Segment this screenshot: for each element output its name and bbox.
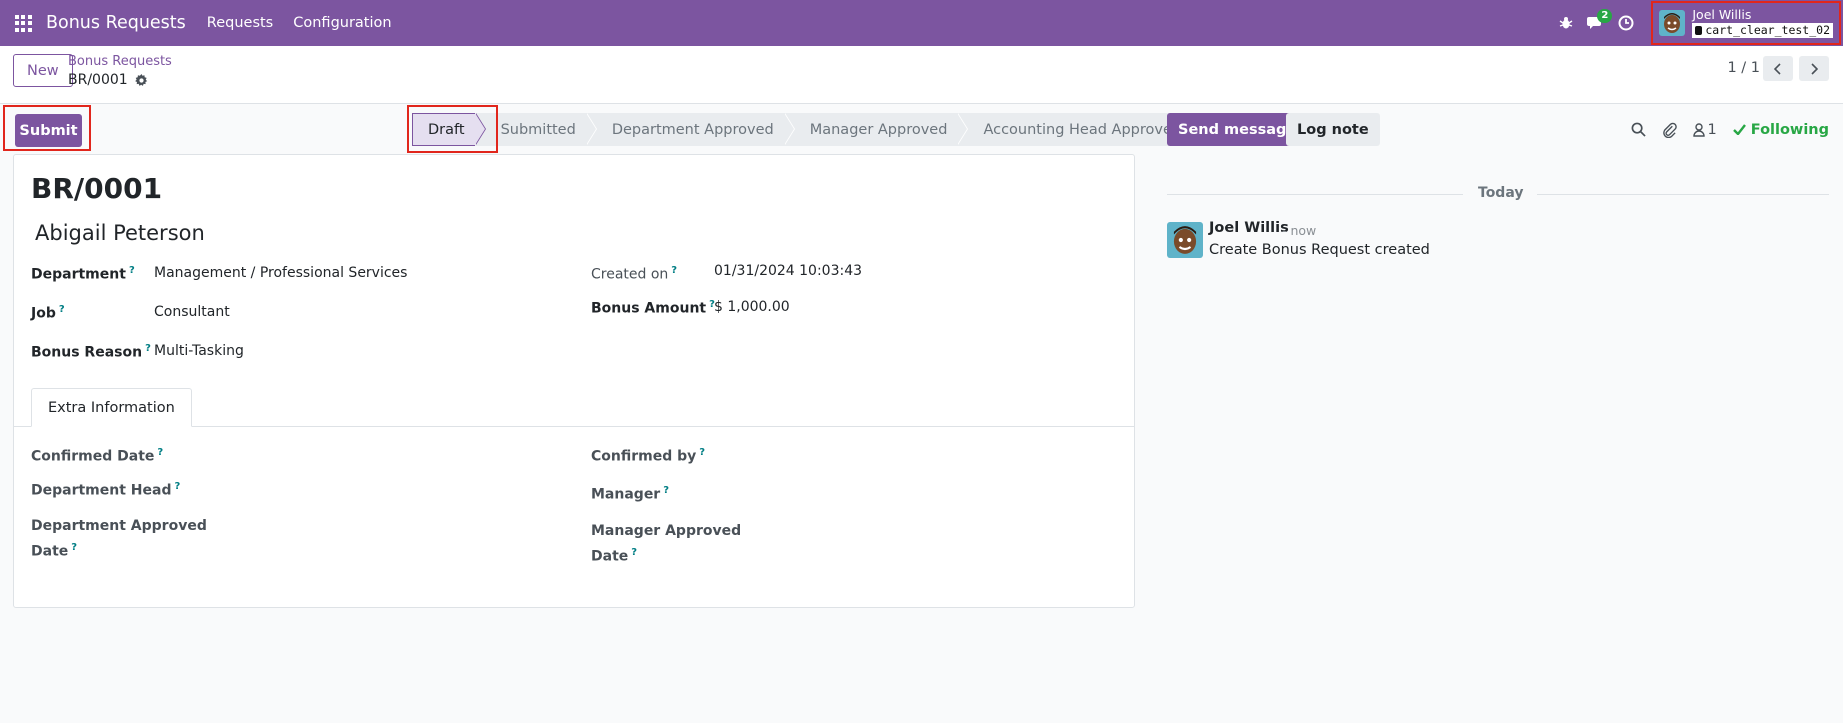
gear-icon[interactable]	[134, 73, 148, 87]
activity-clock-icon[interactable]	[1611, 0, 1641, 46]
created-on-value: 01/31/2024 10:03:43	[714, 263, 863, 279]
chevron-right-icon	[1811, 62, 1818, 75]
message-body: Create Bonus Request created	[1209, 242, 1430, 258]
date-separator: Today	[1478, 185, 1524, 201]
following-label: Following	[1750, 121, 1829, 138]
help-icon[interactable]: ?	[663, 485, 669, 496]
bonus-reason-value[interactable]: Multi-Tasking	[154, 343, 244, 359]
date-divider-left	[1167, 194, 1463, 195]
new-button[interactable]: New	[13, 54, 73, 87]
pager-previous-button[interactable]	[1763, 56, 1793, 81]
followers-count: 1	[1707, 121, 1717, 138]
department-head-label: Department Head?	[31, 481, 181, 499]
debug-bug-icon[interactable]	[1551, 0, 1581, 46]
stage-submitted[interactable]: Submitted	[474, 113, 598, 146]
submit-button[interactable]: Submit	[15, 114, 82, 147]
pager-value[interactable]: 1 / 1	[1727, 60, 1760, 76]
record-name: BR/0001	[31, 172, 163, 205]
database-icon	[1695, 26, 1703, 35]
stage-department-approved[interactable]: Department Approved	[585, 113, 795, 146]
message-author[interactable]: Joel Willis	[1209, 220, 1289, 236]
employee-field[interactable]: Abigail Peterson	[35, 221, 205, 245]
menu-requests[interactable]: Requests	[207, 15, 273, 31]
paperclip-icon[interactable]	[1662, 122, 1677, 138]
bonus-reason-label: Bonus Reason?	[31, 343, 151, 361]
stage-manager-approved[interactable]: Manager Approved	[783, 113, 969, 146]
department-label: Department?	[31, 265, 135, 283]
manager-label: Manager?	[591, 485, 670, 503]
help-icon[interactable]: ?	[59, 304, 65, 315]
help-icon[interactable]: ?	[157, 447, 163, 458]
followers-button[interactable]: 1	[1692, 121, 1717, 138]
message-time: - now	[1282, 223, 1317, 238]
department-approved-date-label: Department Approved Date?	[31, 518, 207, 560]
database-name: cart_clear_test_02	[1692, 23, 1833, 38]
statusbar: Draft Submitted Department Approved Mana…	[412, 113, 1192, 146]
user-menu[interactable]: Joel Willis cart_clear_test_02	[1651, 1, 1841, 45]
department-value[interactable]: Management / Professional Services	[154, 265, 407, 281]
created-on-label: Created on?	[591, 265, 678, 283]
user-avatar	[1659, 10, 1686, 36]
app-name[interactable]: Bonus Requests	[46, 13, 186, 33]
help-icon[interactable]: ?	[699, 447, 705, 458]
bonus-amount-label: Bonus Amount?	[591, 299, 715, 317]
stage-draft[interactable]: Draft	[412, 113, 486, 146]
breadcrumb-current-label: BR/0001	[68, 72, 128, 88]
control-panel: New Bonus Requests BR/0001 1 / 1	[0, 46, 1843, 104]
tab-extra-information[interactable]: Extra Information	[31, 388, 192, 427]
submit-highlight: Submit	[3, 105, 91, 151]
breadcrumb-current: BR/0001	[68, 72, 148, 88]
user-name: Joel Willis	[1692, 7, 1752, 22]
help-icon[interactable]: ?	[174, 481, 180, 492]
bonus-amount-value[interactable]: $ 1,000.00	[714, 299, 790, 315]
pager-next-button[interactable]	[1799, 56, 1829, 81]
help-icon[interactable]: ?	[145, 343, 151, 354]
job-value[interactable]: Consultant	[154, 304, 230, 320]
confirmed-by-label: Confirmed by?	[591, 447, 706, 465]
menu-configuration[interactable]: Configuration	[293, 15, 391, 31]
top-navbar: Bonus Requests Requests Configuration 2 …	[0, 0, 1843, 46]
manager-approved-date-label: Manager Approved Date?	[591, 523, 742, 565]
search-icon[interactable]	[1631, 122, 1646, 137]
chatter-tools: 1 Following	[1631, 113, 1829, 146]
help-icon[interactable]: ?	[631, 547, 637, 558]
log-note-button[interactable]: Log note	[1286, 113, 1380, 146]
stage-accounting-head-approved[interactable]: Accounting Head Approved	[957, 113, 1192, 146]
job-label: Job?	[31, 304, 65, 322]
chat-count-badge: 2	[1597, 9, 1613, 23]
help-icon[interactable]: ?	[129, 265, 135, 276]
following-button[interactable]: Following	[1732, 121, 1829, 138]
check-icon	[1732, 124, 1746, 135]
help-icon[interactable]: ?	[671, 265, 677, 276]
chevron-left-icon	[1774, 62, 1781, 75]
chat-icon[interactable]: 2	[1581, 0, 1613, 46]
user-icon	[1692, 122, 1705, 137]
apps-menu-icon[interactable]	[0, 0, 46, 46]
form-sheet: BR/0001 Abigail Peterson Department? Man…	[13, 154, 1135, 608]
message-author-avatar[interactable]	[1167, 222, 1203, 258]
confirmed-date-label: Confirmed Date?	[31, 447, 164, 465]
date-divider-right	[1537, 194, 1829, 195]
help-icon[interactable]: ?	[71, 542, 77, 553]
breadcrumb-parent[interactable]: Bonus Requests	[68, 54, 172, 69]
